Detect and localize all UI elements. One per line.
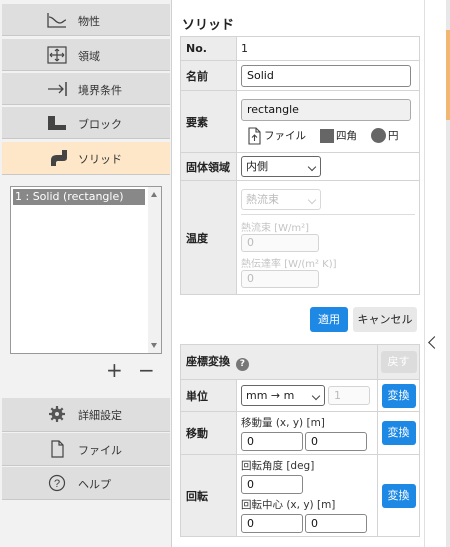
solid-panel: ソリッド No. 1 名前 Solid 要素 rectangle ファイル 四角… (172, 0, 424, 547)
solid-pipe-icon (51, 150, 67, 166)
solid-region-label: 固体領域 (180, 152, 237, 181)
file-upload-icon (248, 126, 261, 145)
sidebar: 物性 領域 境界条件 ブロック ソリッド 1 : Solid (rectangl… (0, 0, 172, 547)
rotate-center-label: 回転中心 (x, y) [m] (241, 499, 336, 511)
list-scrollbar[interactable] (148, 187, 161, 353)
no-value: 1 (236, 36, 420, 61)
unit-factor-field: 1 (328, 386, 370, 405)
move-amount-label: 移動量 (x, y) [m] (241, 417, 325, 429)
shape-rect-label: 四角 (336, 130, 357, 142)
no-label: No. (180, 36, 237, 61)
shape-file-label: ファイル (264, 130, 306, 142)
gear-icon (49, 406, 65, 422)
move-convert-button[interactable]: 変換 (381, 421, 416, 445)
cancel-button[interactable]: キャンセル (353, 307, 417, 332)
help-icon: ? (48, 474, 66, 492)
file-icon (51, 440, 64, 458)
page-title: ソリッド (182, 18, 235, 33)
name-field[interactable]: Solid (241, 64, 411, 87)
sidebar-item-properties[interactable]: 物性 (2, 4, 170, 36)
list-item[interactable]: 1 : Solid (rectangle) (13, 189, 145, 205)
move-arrows-icon (47, 46, 67, 64)
transform-header: 座標変換 ? (180, 344, 378, 380)
transform-title: 座標変換 (186, 355, 230, 368)
curve-icon (47, 13, 67, 28)
sidebar-item-settings[interactable]: 詳細設定 (2, 398, 170, 432)
transform-form: 座標変換 ? 戻す 単位 mm → m 1 変換 移動 移動量 (x, y) [… (180, 344, 420, 537)
move-x-field[interactable]: 0 (241, 432, 303, 451)
add-solid-button[interactable]: + (106, 360, 123, 380)
solid-list[interactable]: 1 : Solid (rectangle) (10, 186, 162, 354)
sidebar-item-label: ファイル (78, 444, 122, 457)
heat-flux-field: 0 (241, 234, 319, 252)
sidebar-item-help[interactable]: ? ヘルプ (2, 467, 170, 500)
sidebar-item-label: ソリッド (78, 153, 122, 166)
element-field: rectangle (241, 98, 411, 121)
name-label: 名前 (180, 60, 237, 91)
element-label: 要素 (180, 90, 237, 153)
reset-button: 戻す (380, 351, 417, 373)
sidebar-item-boundary[interactable]: 境界条件 (2, 73, 170, 105)
scroll-up-icon[interactable] (151, 192, 157, 197)
help-icon[interactable]: ? (235, 358, 249, 371)
rotate-angle-label: 回転角度 [deg] (241, 460, 315, 472)
shape-file-button[interactable]: ファイル (247, 126, 306, 145)
svg-text:?: ? (54, 478, 60, 490)
shape-rect-button[interactable]: 四角 (320, 128, 357, 143)
temperature-label: 温度 (180, 180, 237, 295)
rotate-label: 回転 (180, 454, 237, 537)
heat-flux-label: 熱流束 [W/m²] (241, 223, 309, 234)
heat-mode-select: 熱流束 (241, 189, 321, 210)
htc-field: 0 (241, 270, 319, 288)
shape-circle-label: 円 (388, 130, 399, 142)
solid-form: No. 1 名前 Solid 要素 rectangle ファイル 四角 円 固体… (180, 36, 420, 295)
move-label: 移動 (180, 411, 237, 455)
move-y-field[interactable]: 0 (305, 432, 367, 451)
panel-scrollbar-thumb[interactable] (446, 30, 450, 120)
block-icon (48, 116, 66, 130)
sidebar-item-label: 領域 (78, 50, 100, 63)
sidebar-item-block[interactable]: ブロック (2, 107, 170, 139)
unit-select[interactable]: mm → m (241, 385, 325, 406)
arrow-to-wall-icon (48, 82, 67, 96)
sidebar-item-label: ヘルプ (78, 478, 111, 491)
sidebar-item-file[interactable]: ファイル (2, 433, 170, 466)
sidebar-item-label: 物性 (78, 15, 100, 28)
rotate-convert-button[interactable]: 変換 (381, 483, 416, 508)
sidebar-item-label: 詳細設定 (78, 409, 122, 422)
unit-convert-button[interactable]: 変換 (381, 383, 416, 408)
htc-label: 熱伝達率 [W/(m² K)] (241, 259, 337, 270)
rotate-cx-field[interactable]: 0 (241, 514, 303, 533)
shape-circle-button[interactable]: 円 (371, 128, 399, 143)
apply-button[interactable]: 適用 (310, 307, 348, 332)
sidebar-item-solid[interactable]: ソリッド (2, 142, 170, 175)
unit-label: 単位 (180, 379, 237, 412)
remove-solid-button[interactable]: − (138, 360, 155, 380)
solid-region-select[interactable]: 内側 (241, 156, 321, 177)
sidebar-item-label: ブロック (78, 118, 122, 131)
rotate-angle-field[interactable]: 0 (241, 475, 303, 494)
scroll-down-icon[interactable] (151, 343, 157, 348)
sidebar-item-label: 境界条件 (78, 84, 122, 97)
square-icon (320, 128, 334, 143)
shape-selector: ファイル 四角 円 (247, 126, 415, 145)
sidebar-item-domain[interactable]: 領域 (2, 39, 170, 71)
rotate-cy-field[interactable]: 0 (305, 514, 367, 533)
circle-icon (371, 128, 386, 143)
